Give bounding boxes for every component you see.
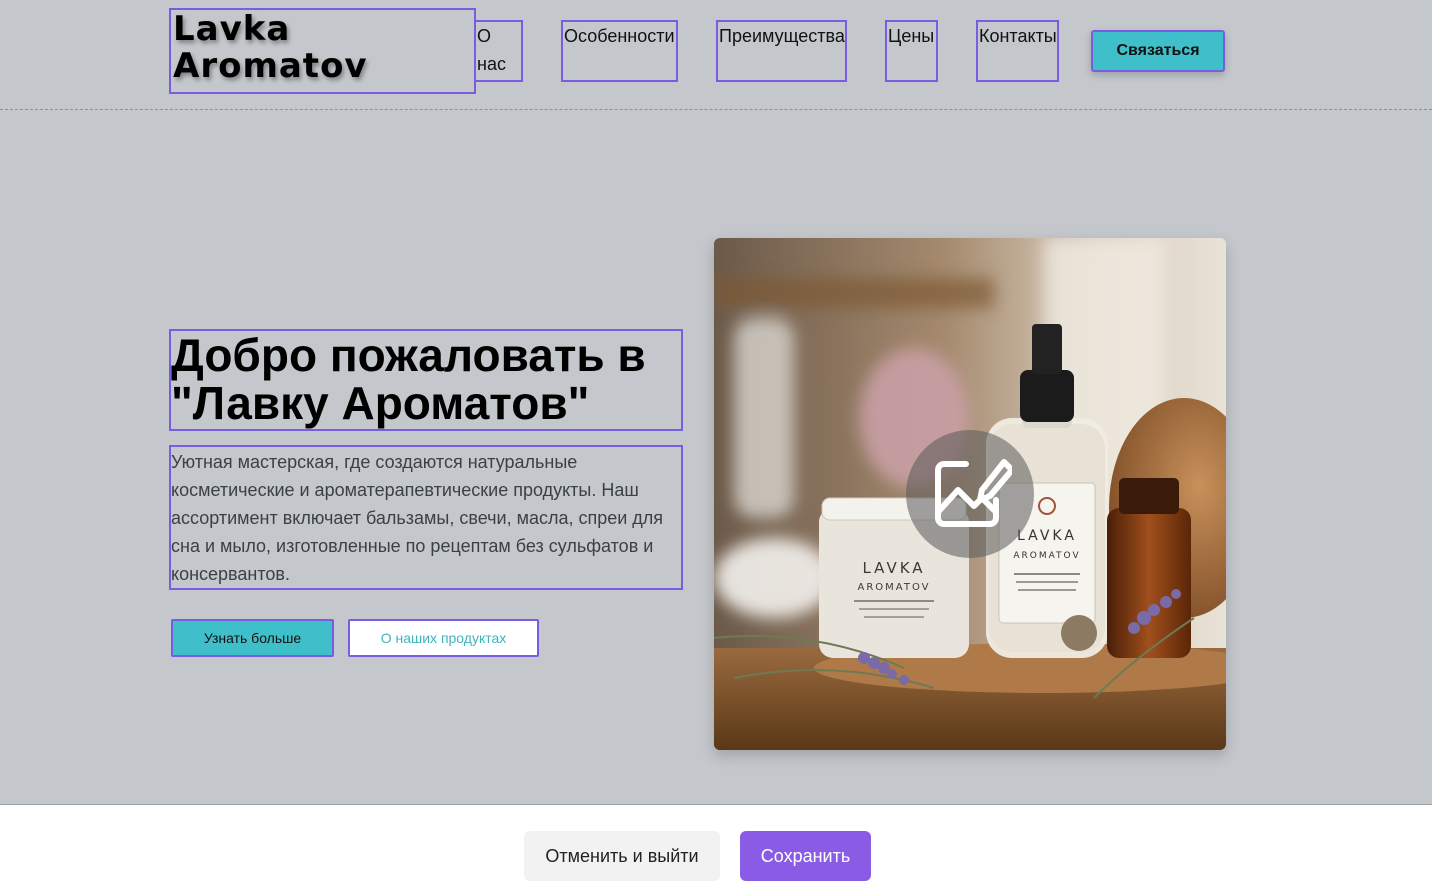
edit-image-button[interactable] bbox=[906, 430, 1034, 558]
cancel-and-exit-button[interactable]: Отменить и выйти bbox=[524, 831, 720, 881]
nav-link-about[interactable]: О нас bbox=[474, 20, 523, 82]
logo-line-2: Aromatov bbox=[173, 46, 368, 86]
contact-button[interactable]: Связаться bbox=[1091, 30, 1225, 72]
image-edit-icon bbox=[935, 459, 1012, 527]
bottle-label-line-2: AROMATOV bbox=[1013, 551, 1080, 561]
hero-description[interactable]: Уютная мастерская, где создаются натурал… bbox=[169, 445, 683, 590]
nav-link-prices[interactable]: Цены bbox=[885, 20, 938, 82]
logo-line-1: Lavka bbox=[173, 9, 291, 49]
learn-more-button[interactable]: Узнать больше bbox=[171, 619, 334, 657]
hero-title[interactable]: Добро пожаловать в "Лавку Ароматов" bbox=[169, 329, 683, 431]
site-header: Lavka Aromatov О нас Особенности Преимущ… bbox=[0, 0, 1432, 110]
save-button[interactable]: Сохранить bbox=[740, 831, 871, 881]
editor-action-bar: Отменить и выйти Сохранить bbox=[0, 804, 1432, 883]
nav-link-features[interactable]: Особенности bbox=[561, 20, 678, 82]
our-products-button[interactable]: О наших продуктах bbox=[348, 619, 539, 657]
site-logo[interactable]: Lavka Aromatov bbox=[169, 8, 476, 94]
jar-label-line-1: LAVKA bbox=[862, 559, 925, 577]
nav-link-advantages[interactable]: Преимущества bbox=[716, 20, 847, 82]
jar-label-line-2: AROMATOV bbox=[858, 582, 931, 593]
nav-link-contacts[interactable]: Контакты bbox=[976, 20, 1059, 82]
bottle-label-line-1: LAVKA bbox=[1017, 528, 1077, 544]
